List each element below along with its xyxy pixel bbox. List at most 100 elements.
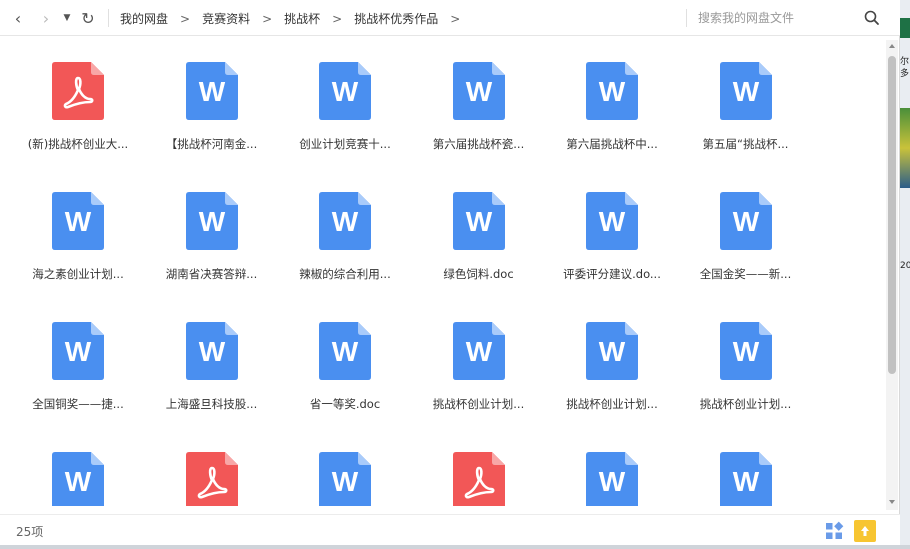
file-name: 上海盛旦科技股... [165, 397, 258, 411]
word-file-icon: W [719, 62, 772, 120]
caret-down-icon: ▼ [63, 13, 71, 23]
word-file-icon: W [185, 192, 238, 250]
breadcrumb-separator: > [262, 11, 273, 26]
file-item[interactable]: W 第六届挑战杯中... [542, 56, 662, 176]
word-letter: W [732, 336, 759, 367]
search-icon[interactable] [862, 8, 882, 28]
file-name: 湖南省决赛答辩... [165, 267, 258, 281]
file-item[interactable]: W 挑战杯创业计划... [676, 316, 796, 436]
file-item[interactable]: W 创业计划竞赛十... [275, 56, 395, 176]
file-item[interactable]: W 辣椒的综合利用... [275, 186, 395, 306]
word-letter: W [465, 336, 492, 367]
file-name: 挑战杯创业计划... [699, 397, 792, 411]
file-item[interactable] [409, 446, 529, 506]
vertical-scrollbar[interactable] [886, 40, 898, 510]
breadcrumb-competition-materials[interactable]: 竞赛资料 [202, 10, 250, 27]
file-item[interactable]: W [8, 446, 128, 506]
back-button[interactable]: ‹ [8, 8, 28, 28]
file-name: 绿色饲料.doc [443, 267, 514, 281]
word-letter: W [332, 466, 359, 497]
file-name: 全国金奖——新... [699, 267, 792, 281]
upload-button[interactable] [854, 520, 876, 542]
file-item[interactable]: W 上海盛旦科技股... [142, 316, 262, 436]
file-name: 第六届挑战杯中... [566, 137, 658, 151]
word-file-icon: W [185, 62, 238, 120]
word-file-icon: W [452, 62, 505, 120]
word-letter: W [332, 336, 359, 367]
breadcrumb-separator: > [180, 11, 191, 26]
desktop-background-strip: 尔 多 20 [900, 0, 910, 549]
chevron-right-icon: › [42, 8, 50, 28]
word-letter: W [198, 206, 225, 237]
file-item[interactable]: W 挑战杯创业计划... [409, 316, 529, 436]
file-item[interactable]: W 评委评分建议.do... [542, 186, 662, 306]
pdf-file-icon [52, 62, 104, 120]
scroll-up-arrow-icon[interactable] [888, 42, 896, 50]
file-name: 全国铜奖——捷... [32, 397, 124, 411]
file-item[interactable]: W 海之素创业计划... [8, 186, 128, 306]
word-letter: W [65, 206, 92, 237]
word-file-icon: W [319, 192, 371, 250]
file-item[interactable]: W 省一等奖.doc [275, 316, 395, 436]
scrollbar-thumb[interactable] [888, 56, 896, 374]
file-item[interactable]: W 湖南省决赛答辩... [142, 186, 262, 306]
file-item[interactable]: W 挑战杯创业计划... [542, 316, 662, 436]
file-item[interactable]: W 绿色饲料.doc [409, 186, 529, 306]
file-item[interactable]: W 第六届挑战杯瓷... [409, 56, 529, 176]
file-name: 挑战杯创业计划... [432, 397, 525, 411]
desktop-image-thumbnail [900, 108, 910, 188]
forward-button[interactable]: › [36, 8, 56, 28]
file-item[interactable]: W 第五届“挑战杯... [676, 56, 796, 176]
word-file-icon: W [586, 62, 638, 120]
word-letter: W [599, 76, 626, 107]
word-letter: W [599, 466, 626, 497]
grid-view-icon[interactable] [824, 521, 844, 541]
word-letter: W [65, 466, 92, 497]
word-file-icon: W [586, 192, 638, 250]
word-letter: W [332, 206, 359, 237]
word-file-icon: W [52, 322, 104, 380]
breadcrumb-excellent-works[interactable]: 挑战杯优秀作品 [354, 10, 438, 27]
file-name: 省一等奖.doc [309, 397, 381, 411]
upload-arrow-icon [861, 526, 869, 536]
file-item[interactable]: W 【挑战杯河南金... [142, 56, 262, 176]
file-item[interactable]: W [676, 446, 796, 506]
window-bottom-shadow [0, 545, 910, 549]
breadcrumb: 我的网盘 > 竞赛资料 > 挑战杯 > 挑战杯优秀作品 > [120, 10, 472, 27]
file-name: 辣椒的综合利用... [299, 267, 391, 281]
word-letter: W [732, 206, 759, 237]
refresh-button[interactable]: ↻ [78, 8, 98, 28]
file-name: 第六届挑战杯瓷... [432, 137, 525, 151]
word-file-icon: W [185, 322, 238, 380]
history-dropdown-button[interactable]: ▼ [60, 8, 74, 28]
breadcrumb-separator: > [332, 11, 343, 26]
word-file-icon: W [52, 192, 104, 250]
scroll-down-arrow-icon[interactable] [888, 498, 896, 506]
item-count: 25项 [16, 525, 44, 539]
file-item[interactable] [142, 446, 262, 506]
word-letter: W [599, 206, 626, 237]
breadcrumb-challenge-cup[interactable]: 挑战杯 [284, 10, 320, 27]
word-file-icon: W [719, 322, 772, 380]
toolbar-divider [108, 9, 109, 27]
file-item[interactable]: W [542, 446, 662, 506]
word-letter: W [65, 336, 92, 367]
word-letter: W [198, 76, 225, 107]
breadcrumb-my-disk[interactable]: 我的网盘 [120, 10, 168, 27]
netdisk-window: ‹ › ▼ ↻ 我的网盘 > 竞赛资料 > 挑战杯 > 挑战杯优秀作品 > (新… [0, 0, 900, 545]
word-file-icon: W [319, 62, 371, 120]
word-file-icon: W [586, 322, 638, 380]
file-item[interactable]: W 全国铜奖——捷... [8, 316, 128, 436]
pdf-file-icon [452, 452, 505, 506]
file-name: 第五届“挑战杯... [702, 137, 789, 151]
chevron-left-icon: ‹ [14, 8, 22, 28]
word-letter: W [465, 206, 492, 237]
search-input[interactable] [698, 8, 848, 28]
word-letter: W [732, 76, 759, 107]
refresh-icon: ↻ [81, 8, 95, 28]
word-file-icon: W [319, 452, 371, 506]
breadcrumb-separator: > [450, 11, 461, 26]
file-item[interactable]: (新)挑战杯创业大... [8, 56, 128, 176]
file-item[interactable]: W [275, 446, 395, 506]
file-item[interactable]: W 全国金奖——新... [676, 186, 796, 306]
